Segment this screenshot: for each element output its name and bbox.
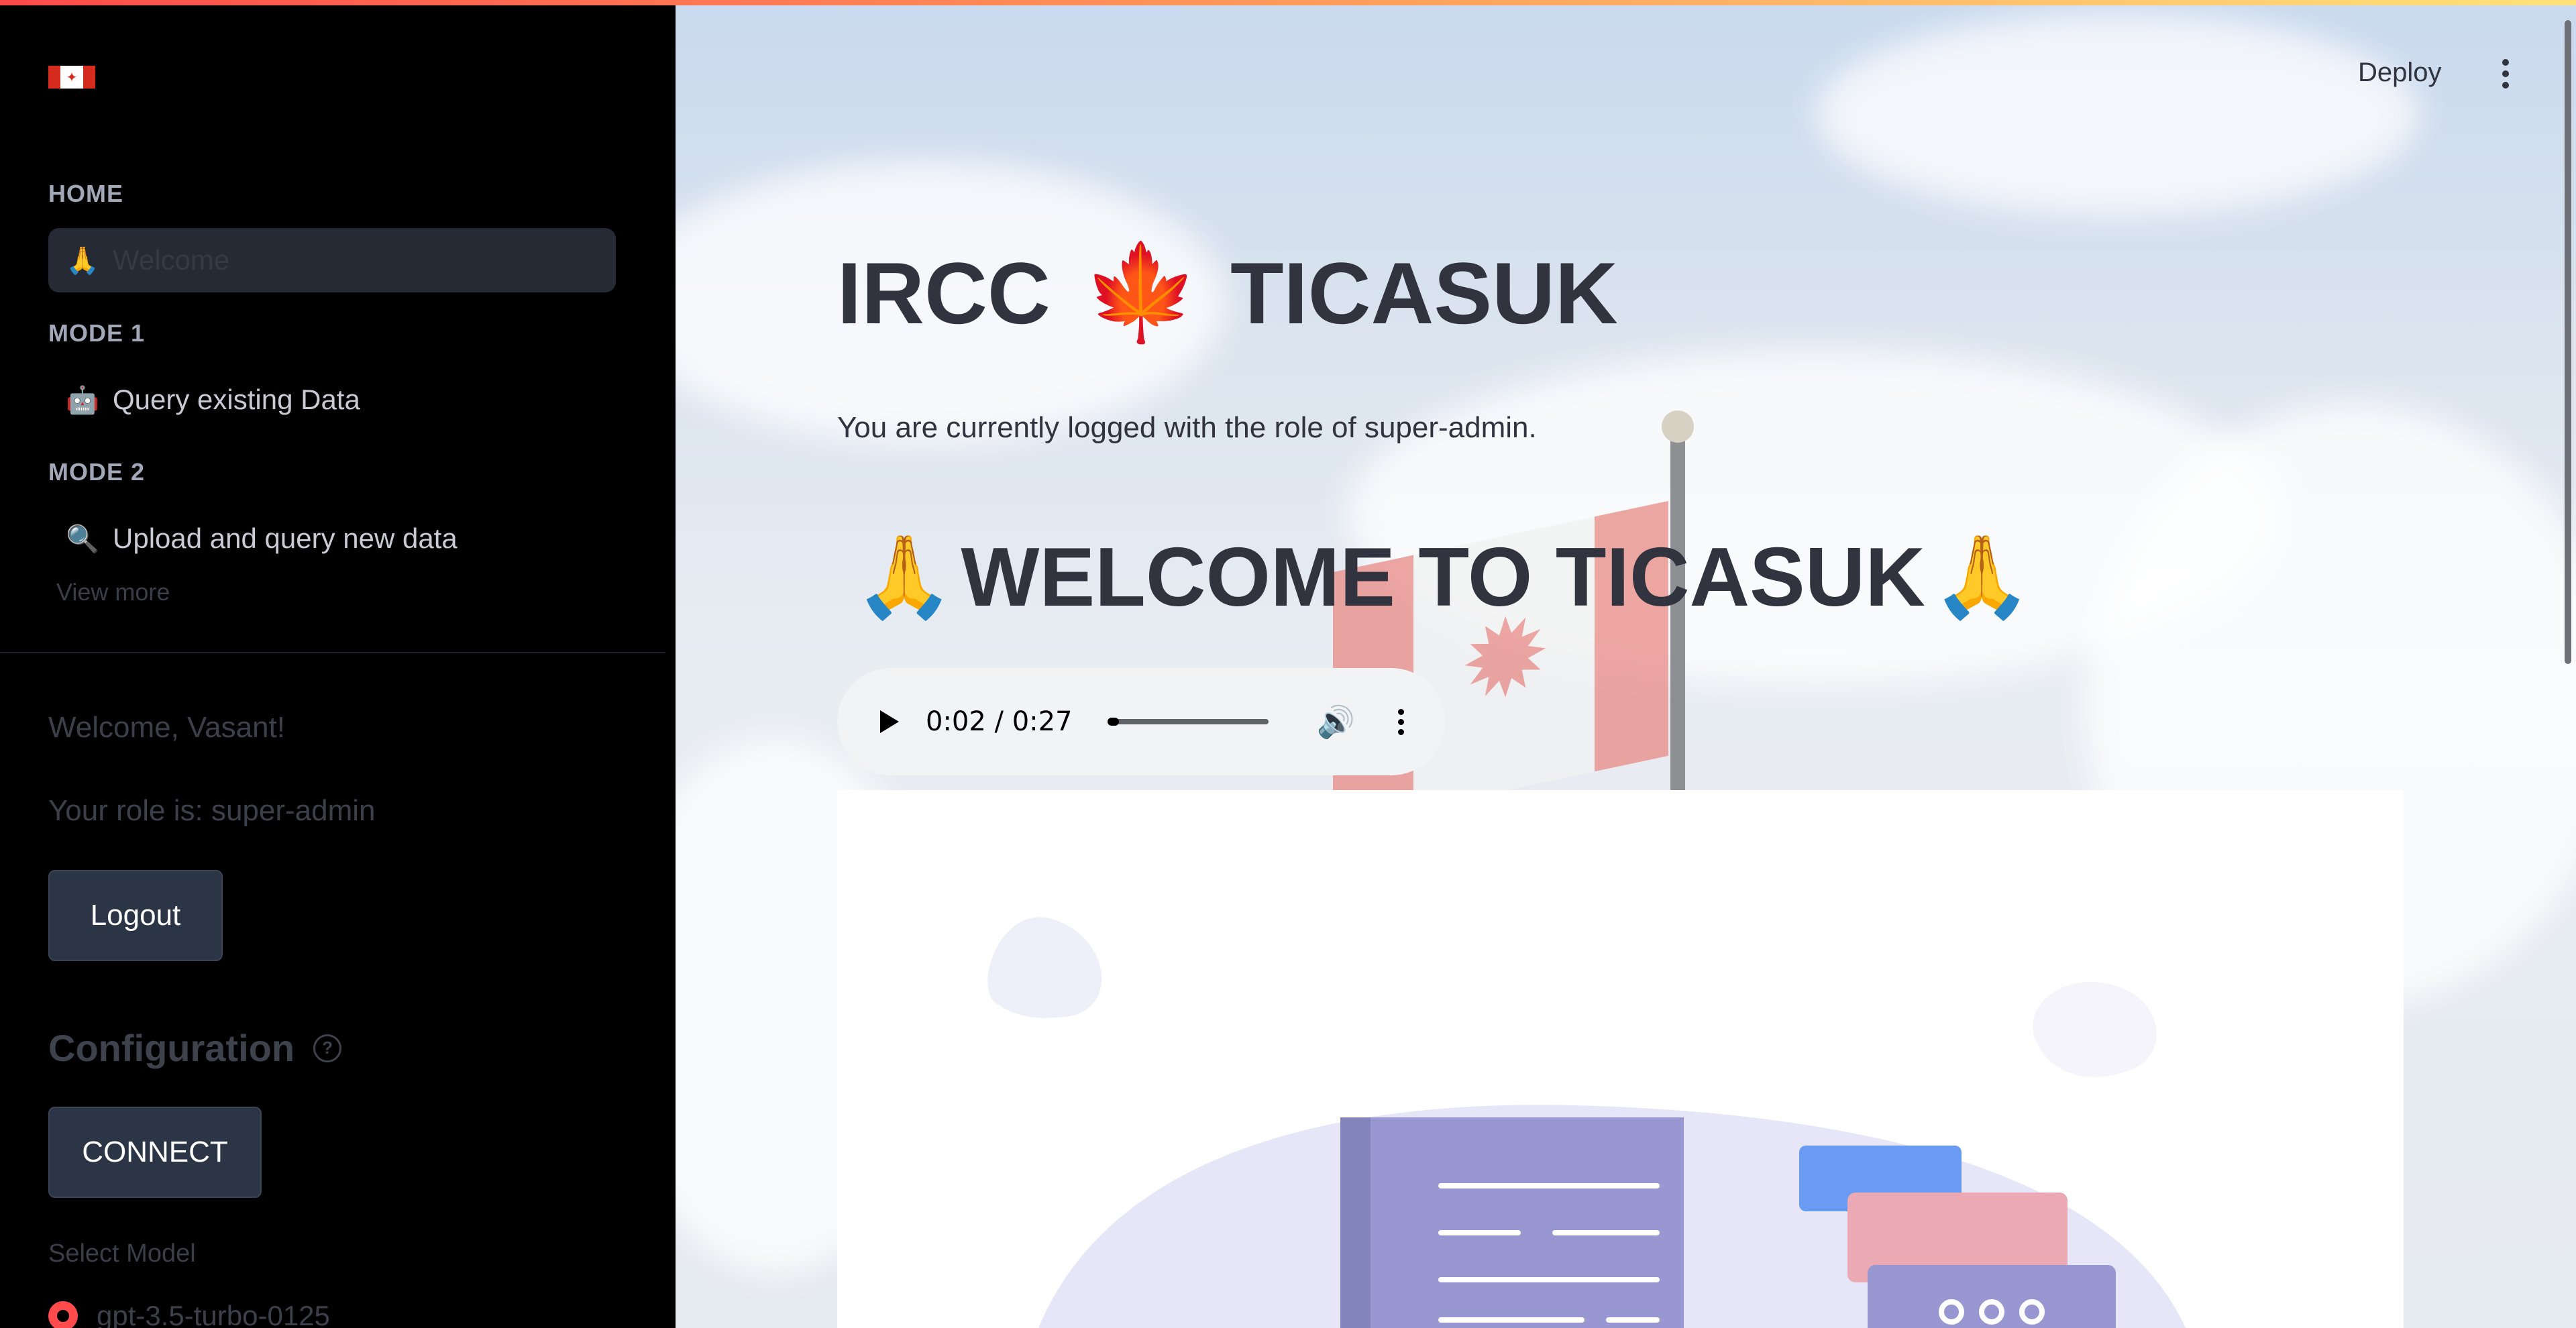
robot-icon: 🤖 bbox=[66, 385, 99, 415]
select-model-label: Select Model bbox=[48, 1239, 196, 1268]
role-status-text: You are currently logged with the role o… bbox=[837, 411, 1537, 444]
title-ircc: IRCC bbox=[837, 244, 1051, 342]
flagpole-finial bbox=[1662, 410, 1694, 443]
role-text: Your role is: super-admin bbox=[48, 794, 376, 827]
pray-icon: 🙏 bbox=[1931, 532, 2033, 622]
bg-cloud bbox=[1816, 13, 2420, 215]
document bbox=[1371, 1117, 1684, 1328]
main-content: ✹ Deploy IRCC 🍁 TICASUK You are currentl… bbox=[676, 0, 2576, 1328]
welcome-illustration bbox=[837, 790, 2404, 1328]
deploy-button[interactable]: Deploy bbox=[2358, 58, 2442, 88]
sidebar-section-mode2: MODE 2 bbox=[48, 458, 146, 486]
configuration-title: Configuration bbox=[48, 1027, 295, 1069]
welcome-heading-text: WELCOME TO TICASUK bbox=[961, 531, 1925, 624]
sidebar-item-welcome[interactable]: 🙏 Welcome bbox=[48, 228, 616, 292]
configuration-heading: Configuration ? bbox=[48, 1026, 342, 1070]
title-ticasuk: TICASUK bbox=[1230, 244, 1618, 342]
sidebar: ✦ HOME 🙏 Welcome MODE 1 🤖 Query existing… bbox=[0, 0, 676, 1328]
sidebar-item-label: Upload and query new data bbox=[113, 522, 458, 554]
play-icon[interactable] bbox=[880, 710, 899, 733]
welcome-heading: 🙏 WELCOME TO TICASUK 🙏 bbox=[847, 530, 2039, 625]
sidebar-item-label: Query existing Data bbox=[113, 384, 360, 415]
sidebar-section-mode1: MODE 1 bbox=[48, 319, 146, 347]
illustration-svg bbox=[987, 917, 2186, 1328]
volume-icon[interactable]: 🔊 bbox=[1317, 704, 1355, 740]
audio-progress-fill bbox=[1107, 718, 1120, 726]
chat-bubble-typing bbox=[1868, 1265, 2116, 1328]
scrollbar[interactable] bbox=[2565, 20, 2571, 664]
magnifier-icon: 🔍 bbox=[66, 524, 99, 554]
welcome-user-text: Welcome, Vasant! bbox=[48, 711, 285, 744]
sidebar-section-home: HOME bbox=[48, 180, 123, 207]
connect-button[interactable]: CONNECT bbox=[48, 1107, 262, 1198]
top-accent-bar bbox=[0, 0, 2576, 5]
help-icon[interactable]: ? bbox=[313, 1034, 342, 1062]
audio-time: 0:02 / 0:27 bbox=[926, 706, 1073, 737]
model-radio-option[interactable]: gpt-3.5-turbo-0125 bbox=[48, 1300, 330, 1328]
radio-selected-icon bbox=[48, 1301, 78, 1328]
pray-icon: 🙏 bbox=[854, 532, 955, 622]
maple-leaf-icon: 🍁 bbox=[1082, 239, 1200, 345]
sidebar-item-query-existing-data[interactable]: 🤖 Query existing Data bbox=[48, 368, 616, 432]
sidebar-item-upload-query[interactable]: 🔍 Upload and query new data bbox=[48, 506, 616, 571]
model-option-label: gpt-3.5-turbo-0125 bbox=[97, 1300, 330, 1328]
canada-flag-icon: ✦ bbox=[48, 66, 95, 89]
illustration-blob-right bbox=[2033, 982, 2157, 1077]
kebab-menu-icon[interactable] bbox=[2499, 59, 2512, 89]
page-title: IRCC 🍁 TICASUK bbox=[837, 238, 1618, 348]
audio-progress-slider[interactable] bbox=[1107, 718, 1269, 726]
view-more-link[interactable]: View more bbox=[56, 578, 170, 606]
sidebar-item-label: Welcome bbox=[113, 244, 230, 276]
audio-more-options-icon[interactable] bbox=[1397, 708, 1404, 735]
pray-icon: 🙏 bbox=[66, 245, 99, 276]
logout-button[interactable]: Logout bbox=[48, 870, 223, 961]
sidebar-divider bbox=[0, 652, 665, 653]
illustration-blob-left bbox=[987, 917, 1102, 1018]
audio-player: 0:02 / 0:27 🔊 bbox=[837, 668, 1445, 775]
